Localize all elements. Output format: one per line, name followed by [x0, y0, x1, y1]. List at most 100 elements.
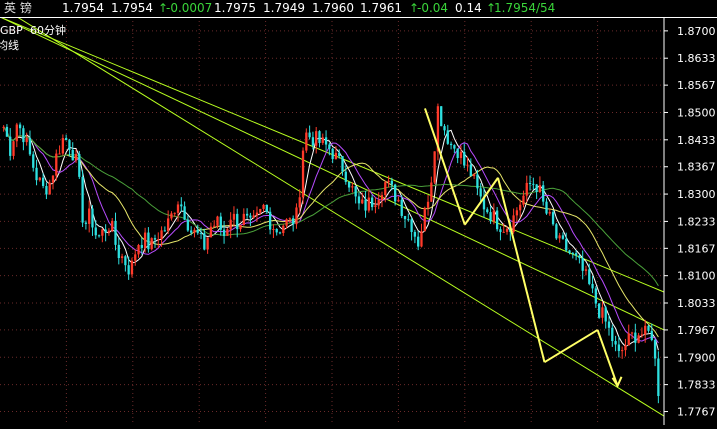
- candle-body: [456, 148, 459, 159]
- candle-body: [361, 199, 364, 204]
- candle-body: [176, 204, 180, 213]
- candle-body: [446, 130, 449, 144]
- candle-body: [380, 195, 384, 201]
- candle-body: [535, 184, 538, 192]
- candle-body: [466, 164, 469, 166]
- candle-body: [97, 235, 101, 237]
- y-tick-label: 1.7900: [677, 351, 716, 364]
- candle-body: [153, 238, 157, 240]
- price-chart[interactable]: 1.8700 1.8633 1.8567 1.8500 1.8433 1.8367 1.83…: [0, 5, 717, 425]
- candle-body: [239, 224, 242, 230]
- y-tick-label: 1.8500: [677, 106, 716, 119]
- candle-body: [91, 208, 94, 228]
- candle-body: [403, 215, 407, 220]
- candle-body: [459, 151, 463, 159]
- candle-body: [111, 220, 114, 231]
- candle-body: [430, 182, 433, 202]
- candle-body: [130, 260, 134, 275]
- candle-body: [163, 230, 167, 232]
- bid-ask-value: 1.7954/54: [494, 1, 556, 15]
- candle-body: [367, 197, 370, 211]
- chart-area[interactable]: 1.8700 1.8633 1.8567 1.8500 1.8433 1.8367 1.83…: [0, 5, 717, 425]
- y-tick-label: 1.8633: [677, 52, 716, 65]
- candle-body: [354, 186, 357, 197]
- candle-body: [292, 218, 295, 225]
- candle-body: [519, 204, 522, 211]
- candle-body: [68, 140, 71, 150]
- candle-body: [22, 128, 25, 143]
- candle-body: [426, 201, 430, 208]
- candle-body: [226, 229, 229, 236]
- quote-bar: 英 镑 1.7954 1.7954 ↑ -0.0007 1.7975 1.794…: [0, 0, 717, 17]
- candle-body: [472, 174, 476, 177]
- candle-body: [249, 215, 252, 218]
- candle-body: [180, 204, 183, 207]
- moving-averages: [3, 126, 659, 351]
- candle-body: [433, 151, 436, 183]
- candle-body: [137, 245, 140, 255]
- candle-body: [262, 204, 265, 209]
- candle-body: [32, 154, 35, 168]
- candle-body: [45, 185, 48, 195]
- candle-body: [143, 232, 147, 248]
- y-tick-label: 1.8300: [677, 188, 716, 201]
- candle-body: [515, 210, 519, 216]
- candle-body: [285, 219, 288, 226]
- ma-short-line: [3, 126, 659, 351]
- candle-body: [594, 288, 597, 304]
- candle-body: [443, 126, 446, 131]
- candle-body: [288, 218, 292, 220]
- candle-body: [41, 177, 45, 186]
- candle-body: [463, 151, 466, 166]
- candle-body: [657, 358, 660, 396]
- candle-body: [127, 265, 130, 275]
- candle-body: [417, 236, 420, 247]
- candle-body: [624, 345, 627, 351]
- candle-body: [644, 325, 647, 335]
- candle-body: [413, 231, 417, 237]
- candle-body: [186, 219, 190, 231]
- candle-body: [568, 250, 571, 253]
- grid: [0, 17, 664, 425]
- candle-body: [591, 283, 594, 289]
- y-tick-label: 1.8100: [677, 270, 716, 283]
- candle-body: [219, 216, 222, 230]
- candle-body: [578, 255, 581, 259]
- candle-body: [364, 199, 367, 211]
- candle-body: [114, 220, 117, 245]
- candle-body: [407, 219, 410, 221]
- candle-body: [61, 138, 65, 154]
- candle-body: [216, 216, 219, 226]
- y-tick-label: 1.8167: [677, 242, 716, 255]
- candle-body: [15, 124, 18, 142]
- candle-body: [621, 350, 624, 352]
- candle-body: [449, 143, 453, 146]
- candle-body: [252, 215, 255, 218]
- candle-body: [328, 144, 331, 149]
- candle-body: [397, 199, 400, 202]
- candle-body: [209, 226, 213, 238]
- candle-body: [538, 185, 542, 192]
- candle-body: [203, 233, 206, 250]
- change-pct-value: -0.04: [417, 1, 449, 15]
- trend-line: [543, 329, 599, 364]
- candle-body: [387, 180, 390, 183]
- y-tick-label: 1.8367: [677, 161, 716, 174]
- volume-value: 0.14: [455, 1, 482, 15]
- candle-body: [525, 182, 528, 196]
- candle-body: [25, 137, 28, 143]
- candle-body: [104, 229, 107, 233]
- y-tick-label: 1.8433: [677, 134, 716, 147]
- candle-body: [617, 344, 621, 351]
- candle-body: [232, 213, 236, 220]
- candle-body: [400, 199, 403, 216]
- candle-body: [5, 126, 9, 137]
- candle-body: [160, 230, 163, 240]
- candle-body: [548, 212, 551, 214]
- candle-body: [199, 232, 203, 234]
- candle-body: [272, 228, 275, 230]
- candle-body: [81, 176, 84, 223]
- candle-body: [9, 136, 12, 156]
- candle-body: [394, 184, 397, 202]
- candle-body: [305, 132, 308, 151]
